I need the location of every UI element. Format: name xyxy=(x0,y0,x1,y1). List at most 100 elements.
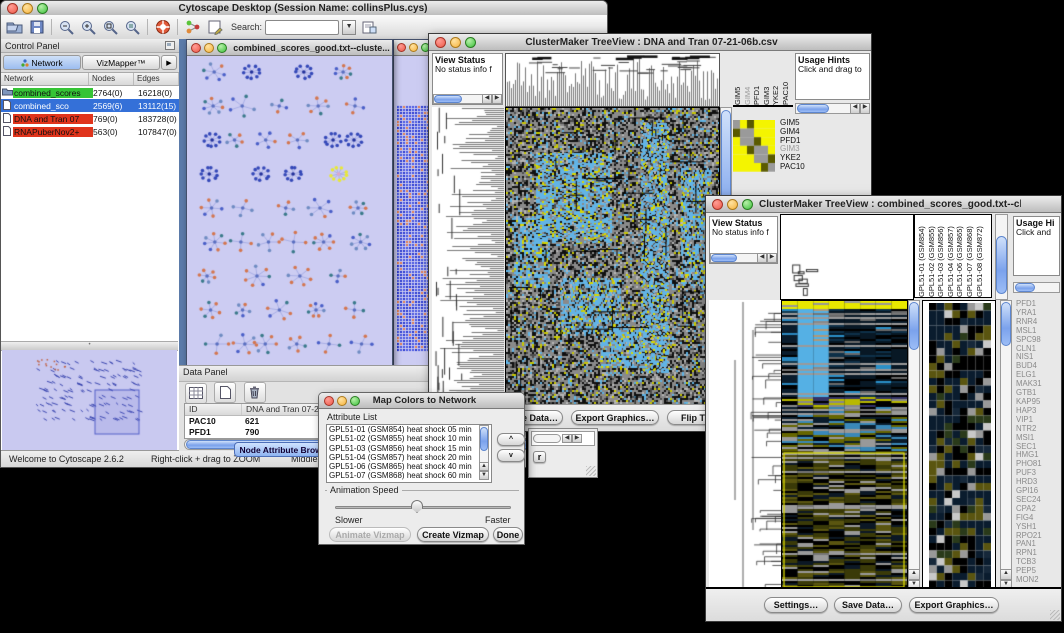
search-dropdown-arrow[interactable]: ▼ xyxy=(342,20,356,35)
array-column-label[interactable]: GPL51-03 (GSM856) xyxy=(936,215,946,297)
network-overview-panel[interactable] xyxy=(2,350,177,449)
network-view-canvas[interactable] xyxy=(188,56,389,364)
scroll-up-button[interactable]: ▲ xyxy=(479,462,489,471)
array-column-label[interactable]: GPL51-02 (GSM855) xyxy=(927,215,937,297)
gene-label[interactable]: PAC10 xyxy=(780,163,835,172)
matrix-column-label[interactable]: GIM3 xyxy=(762,53,772,105)
tv1-heatmap-canvas[interactable] xyxy=(505,107,720,407)
scrollbar-thumb[interactable] xyxy=(1001,302,1011,346)
zoom-selected-icon[interactable] xyxy=(123,18,142,37)
scroll-right-button[interactable]: ▶ xyxy=(860,103,870,114)
open-file-icon[interactable] xyxy=(5,18,24,37)
settings-button[interactable]: Settings… xyxy=(764,597,828,613)
export-graphics-button[interactable]: Export Graphics… xyxy=(571,410,659,425)
tv2-gene-list[interactable]: PFD1YRA1RNR4MSL1SPC98CLN1NIS1BUD4ELG1MAK… xyxy=(1016,300,1062,591)
scroll-left-button[interactable]: ◀ xyxy=(562,434,572,443)
network-row[interactable]: combined_scores 2764(0) 16218(0) xyxy=(1,86,179,99)
close-button[interactable] xyxy=(191,43,201,53)
scroll-right-button[interactable]: ▶ xyxy=(572,434,582,443)
done-button[interactable]: Done xyxy=(493,527,523,542)
dense-network-canvas[interactable] xyxy=(397,104,431,354)
close-button[interactable] xyxy=(397,43,406,52)
attribute-table-icon[interactable] xyxy=(185,383,207,404)
fragment-scrollbar[interactable]: ◀ ▶ xyxy=(531,431,595,446)
tv2-title-bar[interactable]: ClusterMaker TreeView : combined_scores_… xyxy=(706,196,1061,213)
tv1-column-dendrogram[interactable] xyxy=(505,53,720,107)
fragment-button[interactable]: r xyxy=(533,451,546,463)
network-overview-canvas[interactable] xyxy=(2,350,177,460)
gene-list-item[interactable]: MON2 xyxy=(1016,576,1062,585)
close-button[interactable] xyxy=(712,199,723,210)
matrix-column-label[interactable]: PAC10 xyxy=(781,53,791,105)
scroll-left-button[interactable]: ◀ xyxy=(757,253,767,263)
network-window-title-bar[interactable]: combined_scores_good.txt--cluste... xyxy=(187,40,392,56)
help-lifering-icon[interactable] xyxy=(153,18,172,37)
network-view-window[interactable]: combined_scores_good.txt--cluste... xyxy=(186,39,393,367)
resize-grip[interactable] xyxy=(1050,610,1060,620)
scroll-left-button[interactable]: ◀ xyxy=(482,94,492,104)
export-graphics-button[interactable]: Export Graphics… xyxy=(909,597,999,613)
main-title-bar[interactable]: Cytoscape Desktop (Session Name: collins… xyxy=(1,1,607,16)
scrollbar-thumb[interactable] xyxy=(909,302,919,350)
zoom-button[interactable] xyxy=(465,37,476,48)
tv1-correlation-matrix[interactable] xyxy=(733,120,775,172)
tv2-column-dendrogram[interactable] xyxy=(780,214,914,300)
view-status-hscrollbar[interactable]: ◀ ▶ xyxy=(433,94,502,104)
minimize-button[interactable] xyxy=(450,37,461,48)
matrix-column-label[interactable]: GIM5 xyxy=(733,53,743,105)
tv2-vscrollbar[interactable]: ▲ ▼ xyxy=(908,300,920,591)
attribute-list-vscrollbar[interactable]: ▲ ▼ xyxy=(479,425,489,480)
attribute-list-item[interactable]: GPL51-07 (GSM868) heat shock 60 min xyxy=(327,471,491,480)
zoom-button[interactable] xyxy=(742,199,753,210)
attribute-list-item[interactable]: GPL51-01 (GSM854) heat shock 05 min xyxy=(327,425,491,434)
scroll-left-button[interactable]: ◀ xyxy=(850,103,860,114)
scroll-right-button[interactable]: ▶ xyxy=(767,253,777,263)
resize-grip[interactable] xyxy=(586,466,596,476)
attribute-browser-icon[interactable] xyxy=(359,18,378,37)
array-column-label[interactable]: GPL51-01 (GSM854) xyxy=(917,215,927,297)
speed-slider-track[interactable] xyxy=(335,506,511,509)
minimize-button[interactable] xyxy=(337,396,347,406)
close-button[interactable] xyxy=(7,3,18,14)
matrix-column-label[interactable]: GIM4 xyxy=(743,53,753,105)
zoom-button[interactable] xyxy=(37,3,48,14)
move-up-button[interactable]: ^ xyxy=(497,433,525,446)
tab-vizmapper[interactable]: VizMapper™ xyxy=(82,55,160,70)
tab-overflow-arrow[interactable]: ▶ xyxy=(161,55,177,70)
attribute-list-item[interactable]: GPL51-03 (GSM856) heat shock 15 min xyxy=(327,444,491,453)
minimize-button[interactable] xyxy=(727,199,738,210)
array-column-label[interactable]: GPL51-06 (GSM865) xyxy=(955,215,965,297)
new-attribute-icon[interactable] xyxy=(214,382,236,403)
speed-slider-thumb[interactable] xyxy=(411,500,423,513)
tv2-genes-vscrollbar[interactable]: ▲ ▼ xyxy=(1000,300,1012,591)
create-vizmap-button[interactable]: Create Vizmap xyxy=(417,527,489,542)
network-row-selected[interactable]: combined_sco 2569(6) 13112(15) xyxy=(1,99,179,112)
vizmapper-nodes-icon[interactable] xyxy=(183,18,202,37)
tv1-title-bar[interactable]: ClusterMaker TreeView : DNA and Tran 07-… xyxy=(429,34,871,51)
array-column-label[interactable]: GPL51-04 (GSM857) xyxy=(946,215,956,297)
save-data-button[interactable]: Save Data… xyxy=(834,597,902,613)
network-row[interactable]: DNA and Tran 07 769(0) 183728(0) xyxy=(1,112,179,125)
tv1-row-dendrogram[interactable] xyxy=(432,107,504,407)
minimize-button[interactable] xyxy=(204,43,214,53)
col-network[interactable]: Network xyxy=(1,73,89,85)
view-status-hscrollbar[interactable]: ◀ ▶ xyxy=(710,253,777,263)
close-button[interactable] xyxy=(435,37,446,48)
array-column-label[interactable]: GPL51-07 (GSM868) xyxy=(965,215,975,297)
attribute-list-item[interactable]: GPL51-06 (GSM865) heat shock 40 min xyxy=(327,462,491,471)
tab-network[interactable]: Network xyxy=(3,55,81,70)
array-column-label[interactable]: GPL51-08 (GSM872) xyxy=(975,215,985,297)
zoom-button[interactable] xyxy=(350,396,360,406)
scroll-right-button[interactable]: ▶ xyxy=(492,94,502,104)
scrollbar-thumb[interactable] xyxy=(711,254,737,262)
dialog-title-bar[interactable]: Map Colors to Network xyxy=(319,393,524,409)
scrollbar-thumb[interactable] xyxy=(797,104,829,113)
attribute-list-item[interactable]: GPL51-04 (GSM857) heat shock 20 min xyxy=(327,453,491,462)
tv2-row-dendrogram[interactable] xyxy=(709,300,781,591)
zoom-button[interactable] xyxy=(217,43,227,53)
attribute-list[interactable]: GPL51-01 (GSM854) heat shock 05 min GPL51… xyxy=(326,424,492,483)
scrollbar-thumb[interactable] xyxy=(1015,283,1035,292)
float-panel-icon[interactable] xyxy=(165,41,175,50)
tv1-usage-hscrollbar[interactable]: ◀ ▶ xyxy=(795,103,870,114)
search-input[interactable] xyxy=(265,20,339,35)
